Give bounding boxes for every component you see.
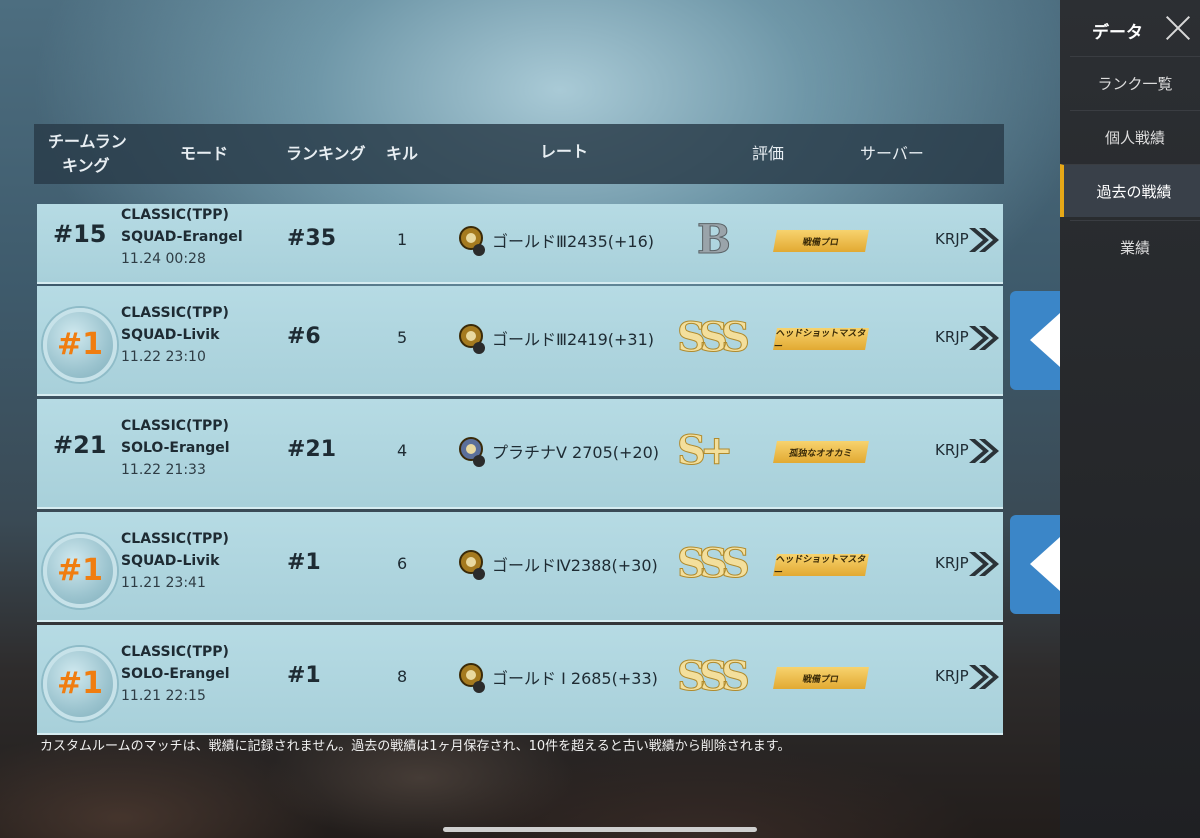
mode-info: CLASSIC(TPP) SOLO-Erangel 11.22 21:33 xyxy=(121,415,230,481)
mode-info: CLASSIC(TPP) SQUAD-Livik 11.22 23:10 xyxy=(121,302,229,368)
grade-badge: S+ xyxy=(676,427,733,475)
header-eval: 評価 xyxy=(752,144,785,163)
mode-type: CLASSIC(TPP) xyxy=(121,644,229,660)
gold-tier-icon xyxy=(459,226,485,256)
first-place-medal-icon: #1 xyxy=(43,308,117,382)
table-header: チームラン キング モード ランキング キル レート 評価 サーバー xyxy=(34,124,1004,184)
rating: ゴールドⅢ2419(+31) xyxy=(492,330,655,349)
placement: #1 xyxy=(287,663,321,688)
server-label: KRJP xyxy=(935,441,969,459)
match-time: 11.22 23:10 xyxy=(121,349,206,365)
mode-type: CLASSIC(TPP) xyxy=(121,531,229,547)
chevron-right-icon[interactable] xyxy=(967,663,1001,691)
first-place-medal-icon: #1 xyxy=(43,534,117,608)
platinum-tier-icon xyxy=(459,437,485,467)
first-place-medal-icon: #1 xyxy=(43,647,117,721)
rating: ゴールド Ⅰ 2685(+33) xyxy=(492,669,658,688)
history-note: カスタムルームのマッチは、戦績に記録されません。過去の戦績は1ヶ月保存され、10… xyxy=(40,739,791,754)
data-side-panel: データ ランク一覧 個人戦績 過去の戦績 業績 xyxy=(1060,0,1200,838)
mode-map: SOLO-Erangel xyxy=(121,440,230,456)
team-rank: #1 xyxy=(56,553,103,588)
grade-badge: SSS xyxy=(677,314,751,362)
placement: #35 xyxy=(287,226,337,251)
mode-info: CLASSIC(TPP) SQUAD-Erangel 11.24 00:28 xyxy=(121,204,243,270)
team-rank: #1 xyxy=(56,666,103,701)
table-row[interactable]: #1 CLASSIC(TPP) SQUAD-Livik 11.22 23:10 … xyxy=(37,286,1003,396)
server-label: KRJP xyxy=(935,667,969,685)
chevron-right-icon[interactable] xyxy=(967,550,1001,578)
mode-map: SQUAD-Livik xyxy=(121,553,220,569)
team-rank: #21 xyxy=(53,431,107,459)
title-badge: ヘッドショットマスター xyxy=(773,554,869,578)
gold-tier-icon xyxy=(459,663,485,693)
gold-tier-icon xyxy=(459,550,485,580)
rating: ゴールドⅢ2435(+16) xyxy=(492,232,655,251)
title-badge: 戦備プロ xyxy=(773,667,869,689)
kill-count: 8 xyxy=(397,667,408,686)
header-server: サーバー xyxy=(860,144,924,163)
header-mode: モード xyxy=(180,144,229,163)
kill-count: 5 xyxy=(397,328,408,347)
team-rank: #15 xyxy=(53,220,107,248)
grade-badge: SSS xyxy=(677,653,751,701)
mode-map: SQUAD-Erangel xyxy=(121,229,243,245)
mode-info: CLASSIC(TPP) SOLO-Erangel 11.21 22:15 xyxy=(121,641,230,707)
match-time: 11.24 00:28 xyxy=(121,251,206,267)
placement: #6 xyxy=(287,324,321,349)
team-rank: #1 xyxy=(56,327,103,362)
server-label: KRJP xyxy=(935,230,969,248)
header-ranking: ランキング xyxy=(286,144,366,163)
mode-map: SQUAD-Livik xyxy=(121,327,220,343)
title-badge: 孤独なオオカミ xyxy=(773,441,869,463)
grade-badge: SSS xyxy=(677,540,751,588)
header-rate: レート xyxy=(540,142,589,161)
table-row[interactable]: #1 CLASSIC(TPP) SOLO-Erangel 11.21 22:15… xyxy=(37,625,1003,735)
mode-type: CLASSIC(TPP) xyxy=(121,305,229,321)
match-time: 11.22 21:33 xyxy=(121,462,206,478)
table-row[interactable]: #1 CLASSIC(TPP) SQUAD-Livik 11.21 23:41 … xyxy=(37,512,1003,622)
server-label: KRJP xyxy=(935,328,969,346)
gold-tier-icon xyxy=(459,324,485,354)
home-indicator xyxy=(443,827,757,832)
kill-count: 1 xyxy=(397,230,408,249)
kill-count: 4 xyxy=(397,441,408,460)
mode-info: CLASSIC(TPP) SQUAD-Livik 11.21 23:41 xyxy=(121,528,229,594)
side-panel-title: データ xyxy=(1092,23,1143,43)
chevron-right-icon[interactable] xyxy=(967,226,1001,254)
close-icon[interactable] xyxy=(1164,14,1192,42)
table-row[interactable]: #21 CLASSIC(TPP) SOLO-Erangel 11.22 21:3… xyxy=(37,399,1003,509)
side-item-achievements[interactable]: 業績 xyxy=(1070,220,1200,273)
header-team-rank: チームラン キング xyxy=(48,132,127,175)
rating: プラチナⅤ 2705(+20) xyxy=(492,443,660,462)
mode-type: CLASSIC(TPP) xyxy=(121,418,229,434)
rating: ゴールドⅣ2388(+30) xyxy=(492,556,658,575)
chevron-right-icon[interactable] xyxy=(967,324,1001,352)
title-badge: ヘッドショットマスター xyxy=(773,328,869,352)
kill-count: 6 xyxy=(397,554,408,573)
mode-map: SOLO-Erangel xyxy=(121,666,230,682)
chevron-right-icon[interactable] xyxy=(967,437,1001,465)
match-time: 11.21 23:41 xyxy=(121,575,206,591)
server-label: KRJP xyxy=(935,554,969,572)
grade-badge: B xyxy=(697,216,732,264)
side-item-personal-stats[interactable]: 個人戦績 xyxy=(1070,110,1200,163)
placement: #1 xyxy=(287,550,321,575)
placement: #21 xyxy=(287,437,337,462)
side-item-rank-list[interactable]: ランク一覧 xyxy=(1070,56,1200,109)
table-row[interactable]: #15 CLASSIC(TPP) SQUAD-Erangel 11.24 00:… xyxy=(37,204,1003,284)
side-item-past-records[interactable]: 過去の戦績 xyxy=(1060,164,1200,217)
mode-type: CLASSIC(TPP) xyxy=(121,207,229,223)
match-time: 11.21 22:15 xyxy=(121,688,206,704)
title-badge: 戦備プロ xyxy=(773,230,869,252)
header-kill: キル xyxy=(386,144,419,163)
